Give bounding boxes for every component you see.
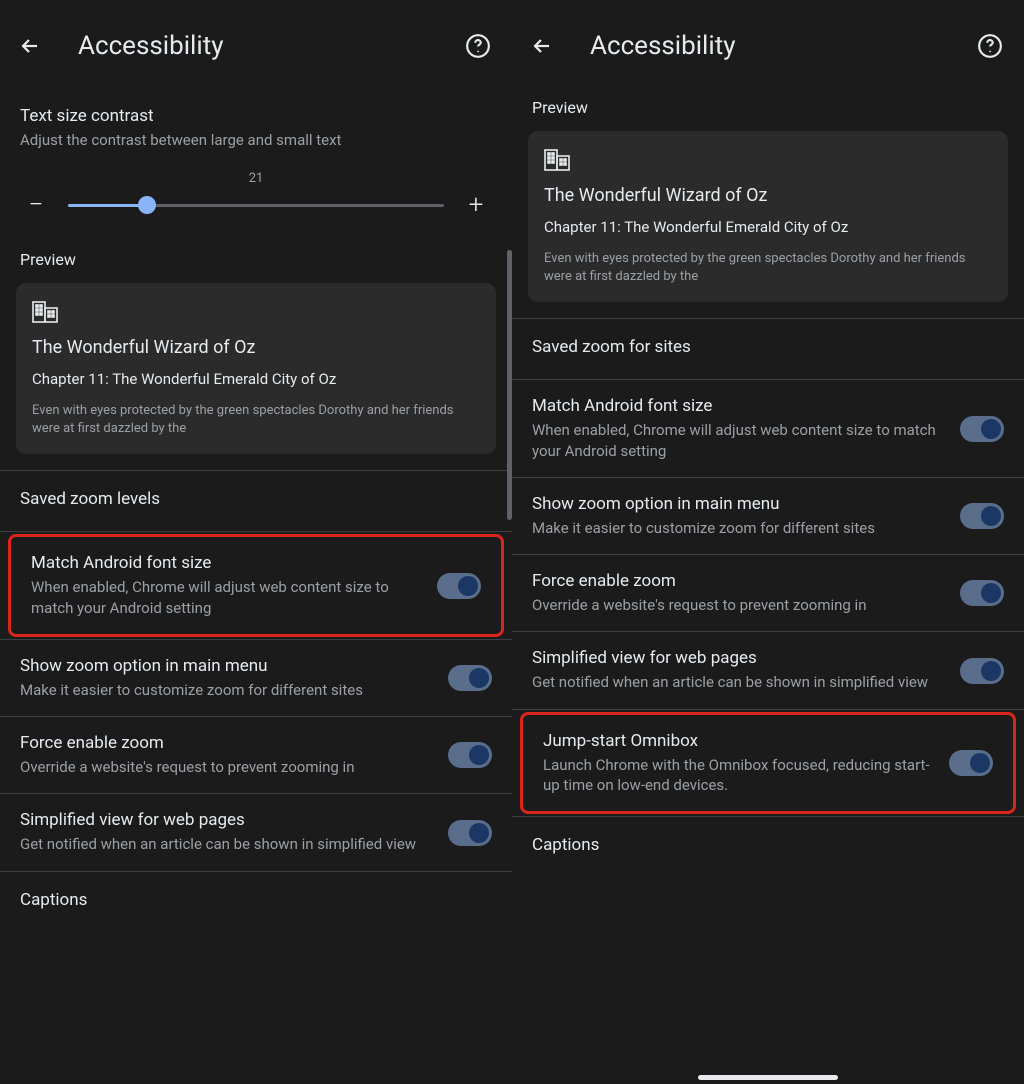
force-zoom-row[interactable]: Force enable zoom Override a website's r… [512, 555, 1024, 631]
slider-fill [68, 204, 147, 207]
saved-zoom-label: Saved zoom for sites [532, 337, 691, 357]
show-zoom-title: Show zoom option in main menu [20, 656, 432, 676]
highlight-match-font: Match Android font size When enabled, Ch… [8, 534, 504, 637]
force-zoom-toggle[interactable] [960, 580, 1004, 606]
help-button[interactable] [968, 24, 1012, 68]
simplified-title: Simplified view for web pages [20, 810, 432, 830]
preview-chapter: Chapter 11: The Wonderful Emerald City o… [32, 370, 480, 388]
arrow-left-icon [18, 34, 42, 58]
slider-track[interactable] [68, 204, 444, 207]
show-zoom-title: Show zoom option in main menu [532, 494, 944, 514]
jumpstart-toggle[interactable] [949, 750, 993, 776]
page-title: Accessibility [584, 31, 948, 61]
left-pane: Accessibility Text size contrast Adjust … [0, 0, 512, 1084]
text-size-title: Text size contrast [0, 92, 512, 128]
slider-row: − + [24, 190, 488, 220]
minus-icon[interactable]: − [24, 190, 48, 220]
force-zoom-row[interactable]: Force enable zoom Override a website's r… [0, 717, 512, 793]
force-zoom-sub: Override a website's request to prevent … [20, 757, 432, 777]
captions-row[interactable]: Captions [512, 817, 1024, 877]
jumpstart-sub: Launch Chrome with the Omnibox focused, … [543, 755, 933, 796]
slider-value: 21 [24, 171, 488, 186]
simplified-toggle[interactable] [960, 658, 1004, 684]
show-zoom-row[interactable]: Show zoom option in main menu Make it ea… [512, 478, 1024, 554]
force-zoom-title: Force enable zoom [532, 571, 944, 591]
match-font-toggle[interactable] [960, 416, 1004, 442]
preview-title: The Wonderful Wizard of Oz [544, 185, 992, 206]
text-size-slider-area: 21 − + [0, 163, 512, 240]
highlight-jumpstart: Jump-start Omnibox Launch Chrome with th… [520, 712, 1016, 815]
back-button[interactable] [8, 24, 52, 68]
plus-icon[interactable]: + [464, 190, 488, 220]
simplified-title: Simplified view for web pages [532, 648, 944, 668]
simplified-sub: Get notified when an article can be show… [20, 834, 432, 854]
force-zoom-title: Force enable zoom [20, 733, 432, 753]
preview-label: Preview [0, 240, 512, 283]
help-button[interactable] [456, 24, 500, 68]
appbar: Accessibility [512, 0, 1024, 92]
building-icon [32, 301, 480, 323]
match-font-title: Match Android font size [532, 396, 944, 416]
page-title: Accessibility [72, 31, 436, 61]
saved-zoom-label: Saved zoom levels [20, 489, 160, 509]
force-zoom-toggle[interactable] [448, 742, 492, 768]
text-size-subtitle: Adjust the contrast between large and sm… [0, 128, 512, 163]
show-zoom-toggle[interactable] [960, 503, 1004, 529]
preview-chapter: Chapter 11: The Wonderful Emerald City o… [544, 218, 992, 236]
match-font-sub: When enabled, Chrome will adjust web con… [31, 577, 421, 618]
preview-body: Even with eyes protected by the green sp… [32, 402, 480, 438]
captions-label: Captions [20, 890, 87, 910]
back-button[interactable] [520, 24, 564, 68]
right-pane: Accessibility Preview The Wonderful Wiza… [512, 0, 1024, 1084]
divider [512, 709, 1024, 710]
appbar: Accessibility [0, 0, 512, 92]
preview-label: Preview [512, 92, 1024, 131]
jumpstart-title: Jump-start Omnibox [543, 731, 933, 751]
simplified-sub: Get notified when an article can be show… [532, 672, 944, 692]
simplified-toggle[interactable] [448, 820, 492, 846]
simplified-row[interactable]: Simplified view for web pages Get notifi… [0, 794, 512, 870]
show-zoom-sub: Make it easier to customize zoom for dif… [20, 680, 432, 700]
show-zoom-toggle[interactable] [448, 665, 492, 691]
match-font-row[interactable]: Match Android font size When enabled, Ch… [11, 537, 501, 634]
captions-label: Captions [532, 835, 599, 855]
preview-body: Even with eyes protected by the green sp… [544, 250, 992, 286]
preview-card: The Wonderful Wizard of Oz Chapter 11: T… [528, 131, 1008, 302]
nav-bar [512, 1067, 1024, 1084]
show-zoom-sub: Make it easier to customize zoom for dif… [532, 518, 944, 538]
jumpstart-row[interactable]: Jump-start Omnibox Launch Chrome with th… [523, 715, 1013, 812]
help-icon [465, 33, 491, 59]
nav-pill[interactable] [698, 1075, 838, 1080]
arrow-left-icon [530, 34, 554, 58]
preview-card: The Wonderful Wizard of Oz Chapter 11: T… [16, 283, 496, 454]
saved-zoom-row[interactable]: Saved zoom for sites [512, 319, 1024, 379]
match-font-title: Match Android font size [31, 553, 421, 573]
match-font-row[interactable]: Match Android font size When enabled, Ch… [512, 380, 1024, 477]
match-font-sub: When enabled, Chrome will adjust web con… [532, 420, 944, 461]
help-icon [977, 33, 1003, 59]
building-icon [544, 149, 992, 171]
captions-row[interactable]: Captions [0, 872, 512, 932]
match-font-toggle[interactable] [437, 573, 481, 599]
saved-zoom-row[interactable]: Saved zoom levels [0, 471, 512, 531]
force-zoom-sub: Override a website's request to prevent … [532, 595, 944, 615]
preview-title: The Wonderful Wizard of Oz [32, 337, 480, 358]
show-zoom-row[interactable]: Show zoom option in main menu Make it ea… [0, 640, 512, 716]
slider-thumb[interactable] [138, 196, 156, 214]
simplified-row[interactable]: Simplified view for web pages Get notifi… [512, 632, 1024, 708]
divider [0, 531, 512, 532]
